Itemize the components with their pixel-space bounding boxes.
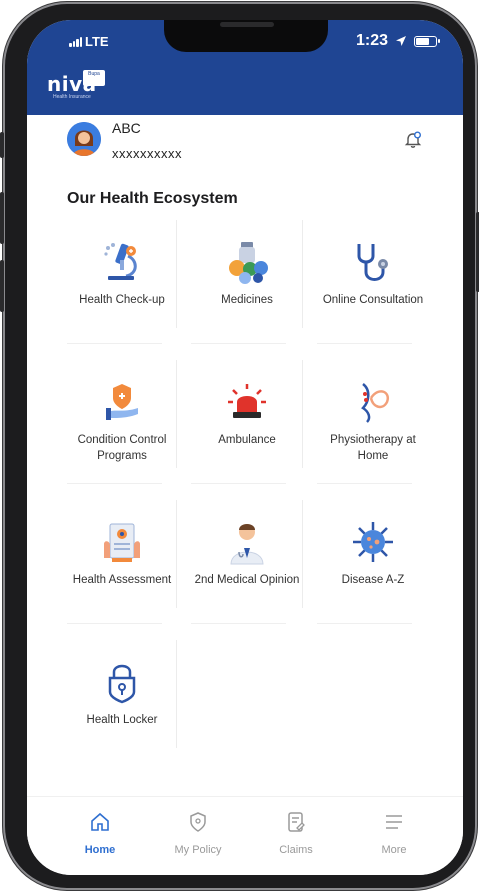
nav-home[interactable]: Home <box>55 811 145 856</box>
tile-label: Health Check-up <box>79 294 165 306</box>
profile-card[interactable]: ABC xxxxxxxxxx <box>67 120 427 170</box>
screen: LTE 1:23 niva Bupa Health Insurance ABC … <box>27 20 463 875</box>
tile-health-assessment[interactable]: Health Assessment <box>67 500 177 623</box>
virus-icon <box>353 522 393 562</box>
tile-condition-control-programs[interactable]: Condition Control Programs <box>67 360 177 483</box>
tile-label: Health Assessment <box>72 574 172 586</box>
physio-icon <box>361 383 390 423</box>
stethoscope-icon <box>357 244 388 281</box>
tile-label: Medicines <box>221 294 273 306</box>
avatar[interactable] <box>67 122 101 156</box>
clock: 1:23 <box>355 32 388 49</box>
logo-tagline: Health Insurance <box>53 94 91 100</box>
bottom-navigation: Home My Policy Claims More <box>27 796 463 875</box>
tile-ambulance[interactable]: Ambulance <box>192 360 302 483</box>
home-icon <box>91 812 109 831</box>
tile-label: Ambulance <box>218 434 276 446</box>
section-title: Our Health Ecosystem <box>67 190 238 207</box>
status-right: 1:23 <box>355 32 440 50</box>
tile-2nd-medical-opinion[interactable]: 2nd Medical Opinion <box>192 500 302 623</box>
tile-medicines[interactable]: Medicines <box>192 220 302 343</box>
tile-online-consultation[interactable]: Online Consultation <box>318 220 428 343</box>
mute-switch <box>0 132 4 158</box>
siren-icon <box>228 384 266 418</box>
volume-up-button <box>0 192 4 244</box>
tile-label: Health Locker <box>86 714 158 726</box>
user-name: ABC <box>112 120 141 136</box>
tile-label: Disease A-Z <box>341 574 405 586</box>
shield-hand-icon <box>106 384 138 420</box>
notification-bell-icon[interactable] <box>403 130 423 150</box>
location-arrow-icon <box>396 36 406 46</box>
volume-down-button <box>0 260 4 312</box>
status-network: LTE <box>69 34 109 49</box>
microscope-icon <box>104 243 137 280</box>
nav-claims[interactable]: Claims <box>251 811 341 856</box>
pills-icon <box>229 242 268 284</box>
nav-my-policy[interactable]: My Policy <box>153 811 243 856</box>
tile-physiotherapy-at-home[interactable]: Physiotherapy at Home <box>318 360 428 483</box>
network-label: LTE <box>85 34 109 49</box>
signal-icon <box>69 36 82 47</box>
tile-label: Online Consultation <box>322 294 424 306</box>
niva-logo: niva Bupa Health Insurance <box>47 70 105 100</box>
notch <box>164 20 328 52</box>
battery-icon <box>414 35 440 47</box>
lock-icon <box>108 664 136 704</box>
nav-label: Home <box>84 844 116 856</box>
tile-health-checkup[interactable]: Health Check-up <box>67 220 177 343</box>
claims-document-icon <box>288 812 305 832</box>
user-id: xxxxxxxxxx <box>112 146 182 161</box>
tile-health-locker[interactable]: Health Locker <box>67 640 177 763</box>
clipboard-icon <box>104 523 140 562</box>
tile-label: 2nd Medical Opinion <box>194 574 300 586</box>
tile-disease-a-z[interactable]: Disease A-Z <box>318 500 428 623</box>
doctor-icon <box>230 524 264 565</box>
menu-icon <box>386 815 402 829</box>
nav-label: More <box>381 844 407 856</box>
tile-label: Physiotherapy at Home <box>330 434 416 462</box>
logo-badge: Bupa <box>83 70 105 86</box>
phone-frame: LTE 1:23 niva Bupa Health Insurance ABC … <box>0 2 479 890</box>
nav-label: My Policy <box>174 844 222 856</box>
nav-label: Claims <box>279 844 313 856</box>
policy-shield-icon <box>190 812 206 832</box>
nav-more[interactable]: More <box>349 811 439 856</box>
tile-label: Condition Control Programs <box>77 434 167 462</box>
